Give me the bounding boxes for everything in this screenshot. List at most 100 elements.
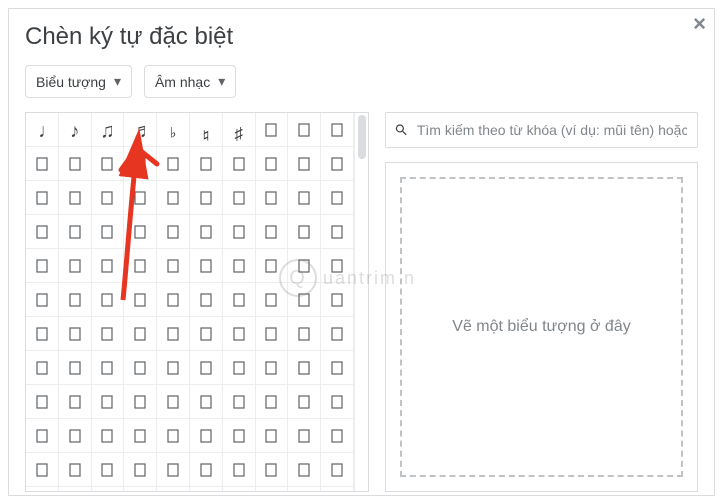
character-cell[interactable] <box>59 181 92 215</box>
character-cell[interactable] <box>223 249 256 283</box>
character-cell[interactable] <box>288 317 321 351</box>
character-cell[interactable] <box>321 113 354 147</box>
character-cell[interactable] <box>157 147 190 181</box>
character-cell[interactable] <box>92 249 125 283</box>
character-cell[interactable] <box>124 419 157 453</box>
character-cell[interactable] <box>157 249 190 283</box>
character-cell[interactable] <box>256 113 289 147</box>
character-cell[interactable] <box>26 317 59 351</box>
character-cell[interactable] <box>26 419 59 453</box>
character-cell[interactable] <box>190 249 223 283</box>
character-cell[interactable] <box>59 317 92 351</box>
character-cell[interactable] <box>223 453 256 487</box>
character-cell[interactable] <box>124 283 157 317</box>
character-cell[interactable] <box>92 283 125 317</box>
character-cell[interactable] <box>190 487 223 492</box>
character-cell[interactable] <box>321 317 354 351</box>
character-cell[interactable] <box>124 181 157 215</box>
character-cell[interactable] <box>92 419 125 453</box>
subcategory-dropdown[interactable]: Âm nhạc ▾ <box>144 65 236 98</box>
character-cell[interactable] <box>157 215 190 249</box>
scrollbar-thumb[interactable] <box>358 115 366 159</box>
character-cell[interactable] <box>124 147 157 181</box>
character-cell[interactable] <box>59 419 92 453</box>
character-cell[interactable] <box>256 453 289 487</box>
character-cell[interactable] <box>321 453 354 487</box>
character-cell[interactable] <box>26 215 59 249</box>
character-cell[interactable] <box>59 385 92 419</box>
character-cell[interactable] <box>288 249 321 283</box>
character-cell[interactable] <box>190 147 223 181</box>
character-cell[interactable] <box>190 419 223 453</box>
character-cell[interactable] <box>288 419 321 453</box>
character-cell[interactable] <box>223 215 256 249</box>
character-cell[interactable] <box>321 351 354 385</box>
character-cell[interactable] <box>26 351 59 385</box>
character-cell[interactable] <box>256 147 289 181</box>
character-cell[interactable] <box>59 147 92 181</box>
character-cell[interactable] <box>256 419 289 453</box>
character-cell[interactable] <box>288 453 321 487</box>
character-cell[interactable] <box>288 215 321 249</box>
character-cell[interactable]: ♫ <box>92 113 125 147</box>
close-button[interactable]: × <box>693 13 706 35</box>
character-cell[interactable] <box>223 419 256 453</box>
character-cell[interactable] <box>256 283 289 317</box>
character-cell[interactable] <box>26 385 59 419</box>
character-cell[interactable] <box>256 487 289 492</box>
character-cell[interactable] <box>288 113 321 147</box>
character-cell[interactable] <box>26 181 59 215</box>
character-cell[interactable] <box>157 283 190 317</box>
character-cell[interactable] <box>190 351 223 385</box>
character-cell[interactable] <box>190 283 223 317</box>
character-cell[interactable] <box>157 453 190 487</box>
character-cell[interactable] <box>190 317 223 351</box>
search-input[interactable] <box>415 121 689 139</box>
character-cell[interactable] <box>256 215 289 249</box>
character-cell[interactable] <box>26 147 59 181</box>
character-cell[interactable] <box>26 249 59 283</box>
character-cell[interactable] <box>59 215 92 249</box>
character-cell[interactable] <box>288 487 321 492</box>
character-cell[interactable] <box>223 351 256 385</box>
character-cell[interactable] <box>256 249 289 283</box>
character-cell[interactable] <box>256 351 289 385</box>
character-cell[interactable] <box>190 181 223 215</box>
character-cell[interactable] <box>157 487 190 492</box>
character-cell[interactable] <box>190 385 223 419</box>
character-cell[interactable] <box>92 147 125 181</box>
character-cell[interactable] <box>321 283 354 317</box>
character-cell[interactable] <box>92 317 125 351</box>
character-cell[interactable]: ♬ <box>124 113 157 147</box>
character-cell[interactable] <box>124 351 157 385</box>
character-cell[interactable] <box>223 487 256 492</box>
character-cell[interactable] <box>288 385 321 419</box>
character-cell[interactable] <box>26 453 59 487</box>
character-cell[interactable] <box>288 147 321 181</box>
character-cell[interactable] <box>59 249 92 283</box>
character-cell[interactable] <box>321 385 354 419</box>
character-cell[interactable]: ♪ <box>59 113 92 147</box>
character-cell[interactable] <box>124 215 157 249</box>
character-cell[interactable] <box>59 351 92 385</box>
character-cell[interactable] <box>321 215 354 249</box>
character-cell[interactable] <box>288 351 321 385</box>
character-cell[interactable] <box>59 283 92 317</box>
character-cell[interactable] <box>92 215 125 249</box>
character-cell[interactable] <box>92 181 125 215</box>
character-cell[interactable] <box>321 249 354 283</box>
character-cell[interactable] <box>124 453 157 487</box>
character-cell[interactable] <box>223 147 256 181</box>
character-cell[interactable] <box>92 453 125 487</box>
character-cell[interactable]: ♯ <box>223 113 256 147</box>
character-cell[interactable]: ♮ <box>190 113 223 147</box>
character-cell[interactable] <box>321 181 354 215</box>
grid-scrollbar[interactable] <box>354 113 368 491</box>
character-cell[interactable] <box>157 181 190 215</box>
character-cell[interactable] <box>124 317 157 351</box>
character-cell[interactable] <box>321 487 354 492</box>
character-cell[interactable] <box>157 419 190 453</box>
character-cell[interactable] <box>59 487 92 492</box>
character-cell[interactable]: ♩ <box>26 113 59 147</box>
character-cell[interactable] <box>223 283 256 317</box>
